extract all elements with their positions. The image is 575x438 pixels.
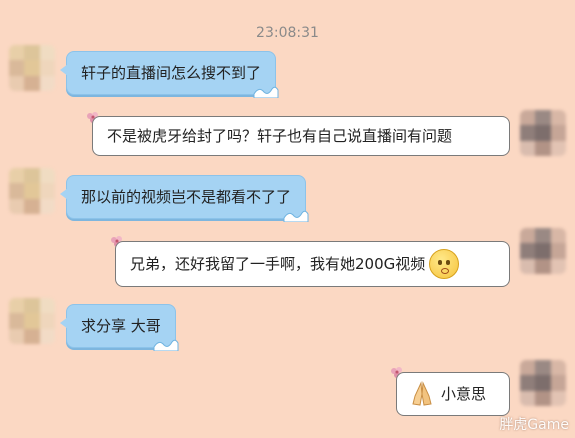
wave-decoration-icon: [153, 339, 179, 351]
message-text: 小意思: [441, 385, 487, 403]
timestamp: 23:08:31: [256, 25, 319, 41]
message-bubble[interactable]: 不是被虎牙给封了吗？轩子也有自己说直播间有问题: [92, 116, 510, 156]
embarrassed-smile-emoji-icon: [429, 249, 460, 279]
avatar[interactable]: [520, 110, 566, 156]
message-bubble[interactable]: 小意思: [396, 372, 510, 416]
avatar[interactable]: [9, 298, 55, 344]
avatar[interactable]: [9, 168, 55, 214]
message-text: 不是被虎牙给封了吗？轩子也有自己说直播间有问题: [107, 127, 453, 145]
praying-hands-emoji-icon: [412, 381, 432, 406]
message-bubble[interactable]: 轩子的直播间怎么搜不到了: [59, 51, 279, 98]
wave-decoration-icon: [253, 86, 279, 98]
message-text: 求分享 大哥: [81, 317, 161, 335]
message-text: 那以前的视频岂不是都看不了了: [81, 188, 292, 206]
message-bubble[interactable]: 兄弟，还好我留了一手啊，我有她200G视频: [115, 241, 510, 287]
message-bubble[interactable]: 求分享 大哥: [60, 304, 179, 351]
message-text: 轩子的直播间怎么搜不到了: [81, 64, 262, 82]
message-bubble[interactable]: 那以前的视频岂不是都看不了了: [59, 175, 309, 222]
watermark: 胖虎Game: [499, 417, 569, 433]
avatar[interactable]: [520, 360, 566, 406]
avatar[interactable]: [520, 228, 566, 274]
avatar[interactable]: [9, 45, 55, 91]
message-text: 兄弟，还好我留了一手啊，我有她200G视频: [130, 255, 426, 273]
wave-decoration-icon: [283, 210, 309, 222]
